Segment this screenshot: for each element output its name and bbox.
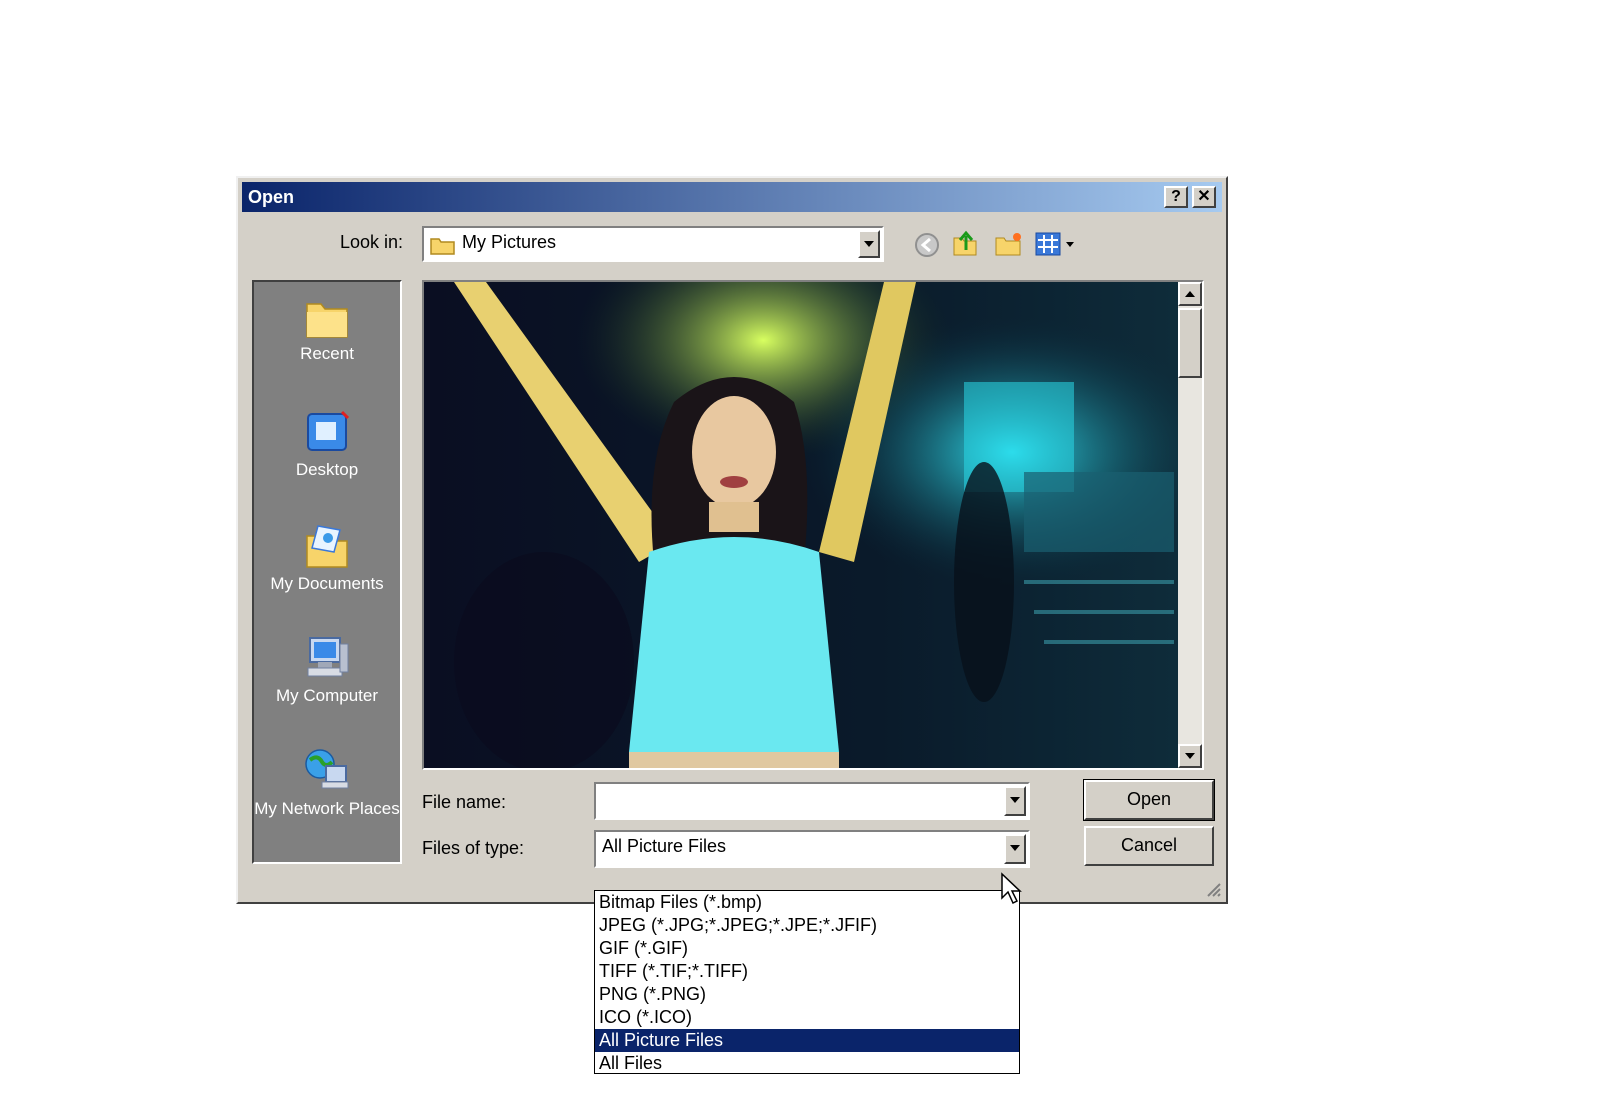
file-type-option[interactable]: GIF (*.GIF) <box>595 937 1019 960</box>
up-folder-icon[interactable] <box>952 228 980 258</box>
look-in-value: My Pictures <box>462 232 557 252</box>
file-type-option[interactable]: Bitmap Files (*.bmp) <box>595 891 1019 914</box>
place-label: My Network Places <box>254 799 400 818</box>
file-name-input[interactable] <box>594 782 1030 820</box>
cancel-button[interactable]: Cancel <box>1084 826 1214 866</box>
open-button[interactable]: Open <box>1083 779 1215 821</box>
place-label: My Computer <box>275 686 379 705</box>
dialog-title: Open <box>248 187 295 207</box>
place-desktop[interactable]: Desktop <box>254 408 400 480</box>
files-of-type-combo[interactable]: All Picture Files <box>594 830 1030 868</box>
file-type-option[interactable]: All Files <box>595 1052 1019 1075</box>
vertical-scrollbar[interactable] <box>1178 282 1202 768</box>
views-menu-icon[interactable] <box>1034 230 1078 258</box>
look-in-combo[interactable]: My Pictures <box>422 226 884 262</box>
file-name-dropdown-button[interactable] <box>1004 786 1026 816</box>
place-my-computer[interactable]: My Computer <box>254 634 400 706</box>
desktop-icon <box>307 410 350 451</box>
files-of-type-dropdown-button[interactable] <box>1004 834 1026 864</box>
preview-photo <box>424 282 1178 768</box>
place-label: Desktop <box>295 460 359 479</box>
file-type-option[interactable]: PNG (*.PNG) <box>595 983 1019 1006</box>
mouse-cursor-icon <box>1001 872 1022 905</box>
new-folder-icon[interactable] <box>994 230 1024 258</box>
files-of-type-label: Files of type: <box>422 838 525 858</box>
files-of-type-value: All Picture Files <box>602 836 727 856</box>
look-in-label: Look in: <box>340 232 404 252</box>
places-bar: Recent Desktop My Documents My Computer … <box>252 280 402 864</box>
place-label: My Documents <box>270 574 384 593</box>
up-arrow-icon <box>1185 291 1195 297</box>
file-view-preview[interactable] <box>422 280 1204 770</box>
resize-grip-icon[interactable] <box>1204 880 1222 898</box>
scroll-up-button[interactable] <box>1178 282 1202 306</box>
close-button[interactable]: ✕ <box>1192 186 1216 208</box>
network-places-icon <box>305 749 349 789</box>
open-dialog: Open ? ✕ Look in: My Pictures Recent Des… <box>236 176 1228 904</box>
folder-icon <box>430 238 455 255</box>
file-type-option[interactable]: ICO (*.ICO) <box>595 1006 1019 1029</box>
place-my-documents[interactable]: My Documents <box>254 522 400 594</box>
look-in-dropdown-button[interactable] <box>858 230 880 258</box>
help-button[interactable]: ? <box>1164 186 1188 208</box>
place-my-network-places[interactable]: My Network Places <box>254 746 400 820</box>
recent-folder-icon <box>306 303 348 338</box>
down-arrow-icon <box>1185 753 1195 759</box>
my-computer-icon <box>307 637 349 677</box>
file-type-option[interactable]: JPEG (*.JPG;*.JPEG;*.JPE;*.JFIF) <box>595 914 1019 937</box>
scroll-down-button[interactable] <box>1178 744 1202 768</box>
file-type-option-selected[interactable]: All Picture Files <box>595 1029 1019 1052</box>
place-recent[interactable]: Recent <box>254 294 400 364</box>
back-icon[interactable] <box>914 232 940 258</box>
place-label: Recent <box>300 344 354 363</box>
title-bar[interactable]: Open ? ✕ <box>242 182 1222 212</box>
scroll-thumb[interactable] <box>1178 308 1202 378</box>
file-name-label: File name: <box>422 792 507 812</box>
my-documents-icon <box>306 525 348 568</box>
file-type-option[interactable]: TIFF (*.TIF;*.TIFF) <box>595 960 1019 983</box>
files-of-type-list: Bitmap Files (*.bmp) JPEG (*.JPG;*.JPEG;… <box>594 890 1020 1074</box>
